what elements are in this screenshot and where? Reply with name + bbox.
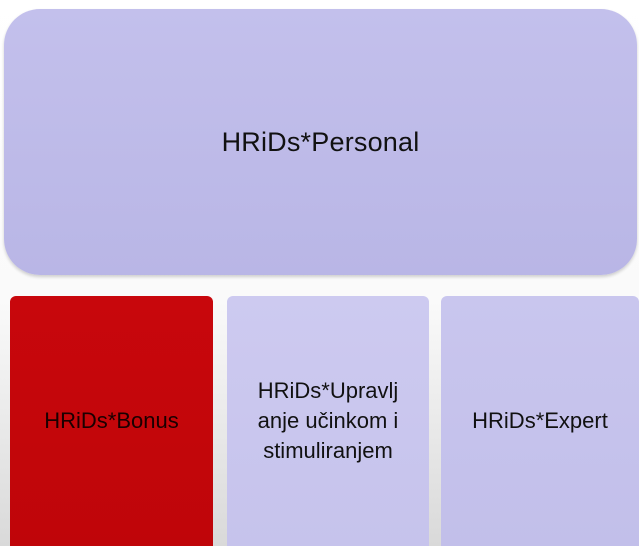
hrids-bonus-label: HRiDs*Bonus <box>44 408 179 433</box>
diagram-canvas: HRiDs*Personal HRiDs*Bonus HRiDs*Upravlj… <box>0 0 639 546</box>
hrids-expert-label: HRiDs*Expert <box>472 408 608 433</box>
hrids-personal-label: HRiDs*Personal <box>221 126 420 157</box>
hrids-expert-box[interactable]: HRiDs*Expert <box>441 296 639 546</box>
hrids-personal-box[interactable]: HRiDs*Personal <box>4 9 637 275</box>
hrids-upravljanje-box[interactable]: HRiDs*Upravlj anje učinkom i stimuliranj… <box>227 296 429 546</box>
hrids-upravljanje-label: HRiDs*Upravlj anje učinkom i stimuliranj… <box>257 378 399 463</box>
hrids-bonus-box[interactable]: HRiDs*Bonus <box>10 296 213 546</box>
